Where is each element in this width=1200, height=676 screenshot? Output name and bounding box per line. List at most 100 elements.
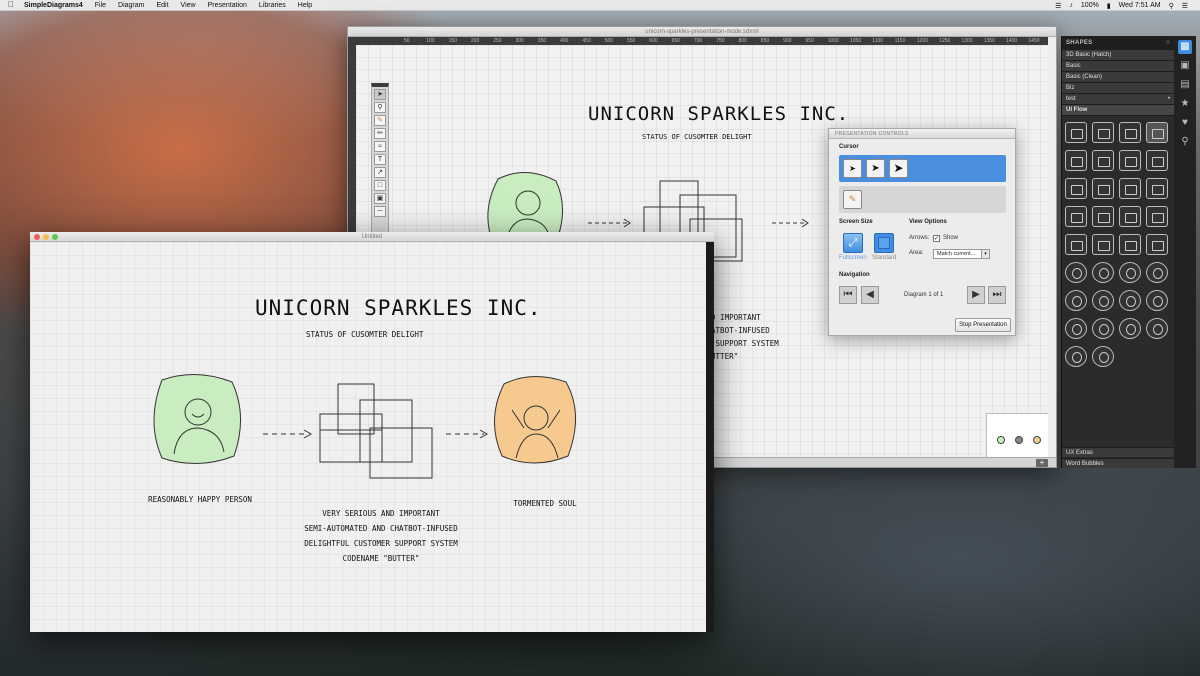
shape-library-item[interactable]: [1065, 234, 1087, 255]
stop-presentation-button[interactable]: Stop Presentation: [955, 318, 1011, 332]
shape-library-item[interactable]: [1146, 318, 1168, 339]
shape-library-item[interactable]: [1119, 206, 1141, 227]
library-ux-extras[interactable]: UX Extras: [1062, 447, 1174, 457]
next-diagram-button[interactable]: ▶: [967, 286, 985, 304]
shape-library-item[interactable]: [1146, 262, 1168, 283]
shape-library-item[interactable]: [1119, 318, 1141, 339]
shape-library-item[interactable]: [1119, 262, 1141, 283]
shape-library-item[interactable]: [1065, 346, 1087, 367]
pencil-tool-icon[interactable]: ✎: [374, 115, 386, 126]
zoom-tool-icon[interactable]: ⚲: [374, 102, 386, 113]
shape-library-item[interactable]: [1146, 178, 1168, 199]
library-word-bubbles[interactable]: Word Bubbles: [1062, 458, 1174, 468]
shape-library-item[interactable]: [1119, 150, 1141, 171]
menu-libraries[interactable]: Libraries: [259, 2, 286, 9]
volume-icon[interactable]: ♪: [1069, 2, 1073, 9]
shape-library-item[interactable]: [1146, 206, 1168, 227]
eyedropper-tool-icon[interactable]: ↗: [374, 167, 386, 178]
menubar-clock[interactable]: Wed 7:51 AM: [1119, 2, 1161, 9]
add-diagram-button[interactable]: +: [1036, 459, 1048, 467]
shape-library-item[interactable]: [1092, 206, 1114, 227]
shape-library-item[interactable]: [1065, 318, 1087, 339]
select-tool-icon[interactable]: ➤: [374, 89, 386, 100]
library-biz[interactable]: Biz: [1062, 83, 1174, 94]
large-cursor-button[interactable]: ➤: [889, 159, 908, 178]
shape-library-item[interactable]: [1092, 262, 1114, 283]
close-button[interactable]: [34, 234, 40, 240]
small-cursor-button[interactable]: ➤: [843, 159, 862, 178]
shape-library-item[interactable]: [1092, 178, 1114, 199]
ruler-tick-label: 1400: [1006, 38, 1018, 44]
menu-presentation[interactable]: Presentation: [208, 2, 247, 9]
shape-library-item[interactable]: [1146, 234, 1168, 255]
middle-caption: Very serious and important semi-automate…: [256, 506, 506, 566]
fill-tool-icon[interactable]: ▣: [374, 193, 386, 204]
diagram-thumbnail[interactable]: [986, 413, 1048, 457]
shape-library-item[interactable]: [1092, 290, 1114, 311]
menu-edit[interactable]: Edit: [156, 2, 168, 9]
list-view-icon[interactable]: ≡: [1166, 36, 1170, 50]
pen-tool-icon[interactable]: ✏: [374, 128, 386, 139]
shape-library-item[interactable]: [1092, 318, 1114, 339]
notification-center-icon[interactable]: ☰: [1182, 2, 1188, 10]
shape-library-item[interactable]: [1092, 234, 1114, 255]
zoom-button[interactable]: [52, 234, 58, 240]
shape-library-item[interactable]: [1065, 178, 1087, 199]
shape-library-item[interactable]: [1065, 206, 1087, 227]
text-tool-icon[interactable]: T: [374, 154, 386, 165]
library-ui-flow[interactable]: UI Flow: [1062, 105, 1174, 116]
image-icon[interactable]: ▣: [1178, 59, 1192, 73]
shape-library-item[interactable]: [1119, 178, 1141, 199]
area-select[interactable]: Match current... ▾: [933, 249, 990, 259]
search-icon[interactable]: ⚲: [1178, 135, 1192, 149]
menu-help[interactable]: Help: [298, 2, 312, 9]
presentation-canvas[interactable]: Unicorn Sparkles Inc. Status of cusomter…: [30, 242, 714, 632]
ruler-tick-label: 1050: [850, 38, 862, 44]
presentation-window: Untitled Unicorn Sparkles Inc. Status of…: [30, 232, 714, 632]
shape-library-item[interactable]: [1092, 150, 1114, 171]
pen-options: ✎: [839, 186, 1006, 213]
library-basic[interactable]: Basic: [1062, 61, 1174, 72]
brush-tool-icon[interactable]: ≈: [374, 141, 386, 152]
battery-percent[interactable]: 100%: [1081, 2, 1099, 9]
last-diagram-button[interactable]: ⏭: [988, 286, 1006, 304]
menu-app-name[interactable]: SimpleDiagrams4: [24, 2, 83, 9]
medium-cursor-button[interactable]: ➤: [866, 159, 885, 178]
shape-library-item[interactable]: [1146, 150, 1168, 171]
shape-library-item[interactable]: [1092, 346, 1114, 367]
shapes-icon[interactable]: ▩: [1178, 40, 1192, 54]
star-icon[interactable]: ★: [1178, 97, 1192, 111]
previous-diagram-button[interactable]: ◀: [861, 286, 879, 304]
shape-library-item[interactable]: [1119, 122, 1141, 143]
fullscreen-button[interactable]: ⤢: [843, 233, 863, 253]
wifi-icon[interactable]: ☰: [1055, 2, 1061, 10]
library-basic-clean[interactable]: Basic (Clean): [1062, 72, 1174, 83]
shape-library-item[interactable]: [1092, 122, 1114, 143]
search-icon[interactable]: ⚲: [1169, 2, 1174, 10]
shape-library-item[interactable]: [1065, 262, 1087, 283]
shape-library-item[interactable]: [1065, 150, 1087, 171]
shape-library-item[interactable]: [1146, 122, 1168, 143]
ruler-tick-label: 1450: [1028, 38, 1040, 44]
shape-library-item[interactable]: [1119, 290, 1141, 311]
menu-diagram[interactable]: Diagram: [118, 2, 144, 9]
apple-menu-icon[interactable]: : [8, 1, 16, 9]
shape-library-item[interactable]: [1146, 290, 1168, 311]
library-3d-basic-hatch[interactable]: 3D Basic (Hatch): [1062, 50, 1174, 61]
shape-library-item[interactable]: [1119, 234, 1141, 255]
pen-cursor-button[interactable]: ✎: [843, 190, 862, 209]
battery-icon[interactable]: ▮: [1107, 2, 1111, 10]
menu-view[interactable]: View: [181, 2, 196, 9]
heart-icon[interactable]: ♥: [1178, 116, 1192, 130]
shape-tool-icon[interactable]: □: [374, 180, 386, 191]
menu-file[interactable]: File: [95, 2, 106, 9]
library-test[interactable]: test •: [1062, 94, 1174, 105]
shape-library-item[interactable]: [1065, 290, 1087, 311]
line-tool-icon[interactable]: ─: [374, 206, 386, 217]
minimize-button[interactable]: [43, 234, 49, 240]
first-diagram-button[interactable]: ⏮: [839, 286, 857, 304]
arrows-show-checkbox[interactable]: ✓: [933, 235, 940, 242]
shape-library-item[interactable]: [1065, 122, 1087, 143]
standard-size-button[interactable]: [874, 233, 894, 253]
clipboard-icon[interactable]: ▤: [1178, 78, 1192, 92]
